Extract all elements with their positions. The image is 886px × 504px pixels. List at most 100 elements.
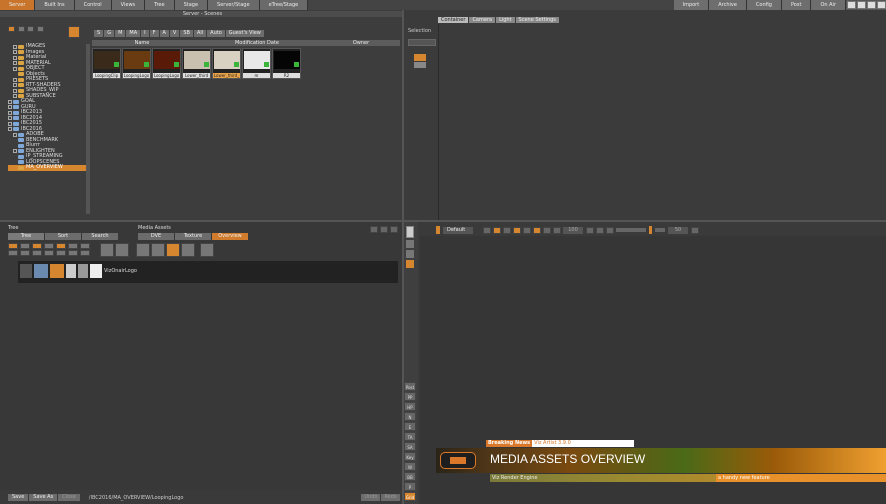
window-icon-1[interactable]	[847, 1, 856, 9]
side-button-pp[interactable]: PP	[404, 392, 416, 401]
expand-icon[interactable]	[13, 77, 17, 82]
folder-tool-1[interactable]	[8, 26, 15, 32]
director-slider-2[interactable]	[655, 228, 665, 232]
side-button-bb[interactable]: BB	[404, 472, 416, 481]
director-slider[interactable]	[616, 228, 646, 232]
expand-icon[interactable]	[13, 132, 17, 137]
expand-icon[interactable]	[8, 99, 12, 104]
side-button-ta[interactable]: TA	[404, 432, 416, 441]
redo-button[interactable]: Redo	[381, 494, 400, 501]
media-tool-7[interactable]	[200, 243, 214, 257]
window-icon-3[interactable]	[867, 1, 876, 9]
prev-button[interactable]	[493, 226, 501, 234]
selection-icon-2[interactable]	[414, 62, 426, 68]
tab-light[interactable]: Light	[496, 17, 515, 23]
filter-all[interactable]: All	[193, 30, 207, 37]
tab-texture[interactable]: Texture	[175, 233, 211, 240]
menu-on-air[interactable]: On Air	[811, 0, 846, 10]
expand-icon[interactable]	[13, 61, 17, 66]
tree-ctl-3[interactable]	[390, 226, 398, 233]
expand-icon[interactable]	[8, 116, 12, 121]
tree-tool-12[interactable]	[68, 250, 78, 256]
server-logo-icon[interactable]	[68, 26, 80, 38]
marker-button[interactable]	[606, 226, 614, 234]
menu-import[interactable]: Import	[673, 0, 710, 10]
filter-g[interactable]: G	[104, 30, 115, 37]
filter-m[interactable]: M	[115, 30, 126, 37]
media-tool-3[interactable]	[136, 243, 150, 257]
side-button-sa[interactable]: SA	[404, 442, 416, 451]
filter-sb[interactable]: SB	[180, 30, 193, 37]
side-button-hp[interactable]: HP	[404, 402, 416, 411]
tab-search[interactable]: Search	[82, 233, 118, 240]
side-icon-3[interactable]	[406, 260, 414, 268]
folder-scrollbar[interactable]	[86, 44, 90, 214]
tab-overview[interactable]: Overview	[212, 233, 248, 240]
tab-sort[interactable]: Sort	[45, 233, 81, 240]
expand-icon[interactable]	[13, 83, 17, 88]
scene-thumbnail[interactable]: Lower_third	[182, 48, 211, 79]
tree-tool-11[interactable]	[68, 243, 78, 249]
media-tool-4[interactable]	[151, 243, 165, 257]
expand-icon[interactable]	[8, 105, 12, 110]
expand-icon[interactable]	[13, 55, 17, 60]
menu-tree[interactable]: Tree	[145, 0, 175, 10]
expand-icon[interactable]	[13, 66, 17, 71]
scene-thumbnail[interactable]: LoopingClip	[92, 48, 121, 79]
undo-button[interactable]: Undo	[361, 494, 381, 501]
expand-icon[interactable]	[13, 94, 17, 99]
trash-icon[interactable]	[406, 226, 414, 238]
stop-button[interactable]	[513, 226, 521, 234]
media-tool-1[interactable]	[100, 243, 114, 257]
expand-icon[interactable]	[13, 149, 17, 154]
folder-item[interactable]: MA_OVERVIEW	[8, 164, 86, 171]
tree-tool-10[interactable]	[56, 250, 66, 256]
menu-server[interactable]: Server	[0, 0, 36, 10]
column-owner[interactable]: Owner	[322, 40, 400, 46]
menu-stage[interactable]: Stage	[174, 0, 209, 10]
scene-thumbnail[interactable]: LoopingLogo	[122, 48, 151, 79]
tab-camera[interactable]: Camera	[469, 17, 496, 23]
play-button[interactable]	[523, 226, 531, 234]
media-tool-5[interactable]	[166, 243, 180, 257]
expand-icon[interactable]	[13, 44, 17, 49]
side-icon-2[interactable]	[406, 250, 414, 258]
filter-ma[interactable]: MA	[126, 30, 141, 37]
side-button-key[interactable]: Key	[404, 452, 416, 461]
column-name[interactable]: Name	[92, 40, 192, 46]
frame-field-2[interactable]: 50	[668, 226, 688, 234]
filter-f[interactable]: F	[149, 30, 159, 37]
rewind-button[interactable]	[483, 226, 491, 234]
tree-tool-13[interactable]	[80, 243, 90, 249]
folder-tool-4[interactable]	[36, 26, 44, 32]
save-button[interactable]: Save	[8, 494, 29, 501]
media-tool-2[interactable]	[115, 243, 129, 257]
director-name[interactable]: Default	[443, 226, 473, 234]
tree-ctl-1[interactable]	[370, 226, 378, 233]
side-button-e[interactable]: E	[404, 422, 416, 431]
frame-stepper[interactable]	[586, 226, 594, 234]
menu-control[interactable]: Control	[74, 0, 112, 10]
loop-button[interactable]	[553, 226, 561, 234]
selection-icon-1[interactable]	[414, 54, 426, 61]
menu-server-stage[interactable]: Server/Stage	[208, 0, 260, 10]
menu-post[interactable]: Post	[781, 0, 812, 10]
tab-scene-settings[interactable]: Scene Settings	[515, 17, 559, 23]
scene-thumbnail[interactable]: Lower_third_	[212, 48, 241, 79]
next-button[interactable]	[533, 226, 541, 234]
selection-dropdown[interactable]	[408, 39, 436, 46]
scene-tree-node[interactable]: VizOnairLogo	[20, 264, 137, 278]
tree-tool-9[interactable]	[44, 250, 54, 256]
menu-built-ins[interactable]: Built Ins	[35, 0, 75, 10]
close-button[interactable]: Close	[58, 494, 80, 501]
play-reverse-button[interactable]	[503, 226, 511, 234]
side-button-n[interactable]: N	[404, 412, 416, 421]
menu-etree-stage[interactable]: eTree/Stage	[259, 0, 309, 10]
tree-tool-8[interactable]	[56, 243, 66, 249]
tree-ctl-2[interactable]	[380, 226, 388, 233]
scene-thumbnail[interactable]: LoopingLogo	[152, 48, 181, 79]
expand-icon[interactable]	[13, 50, 17, 55]
tree-tool-1[interactable]	[8, 243, 18, 249]
tab-dve[interactable]: DVE	[138, 233, 174, 240]
tree-tool-5[interactable]	[20, 250, 30, 256]
